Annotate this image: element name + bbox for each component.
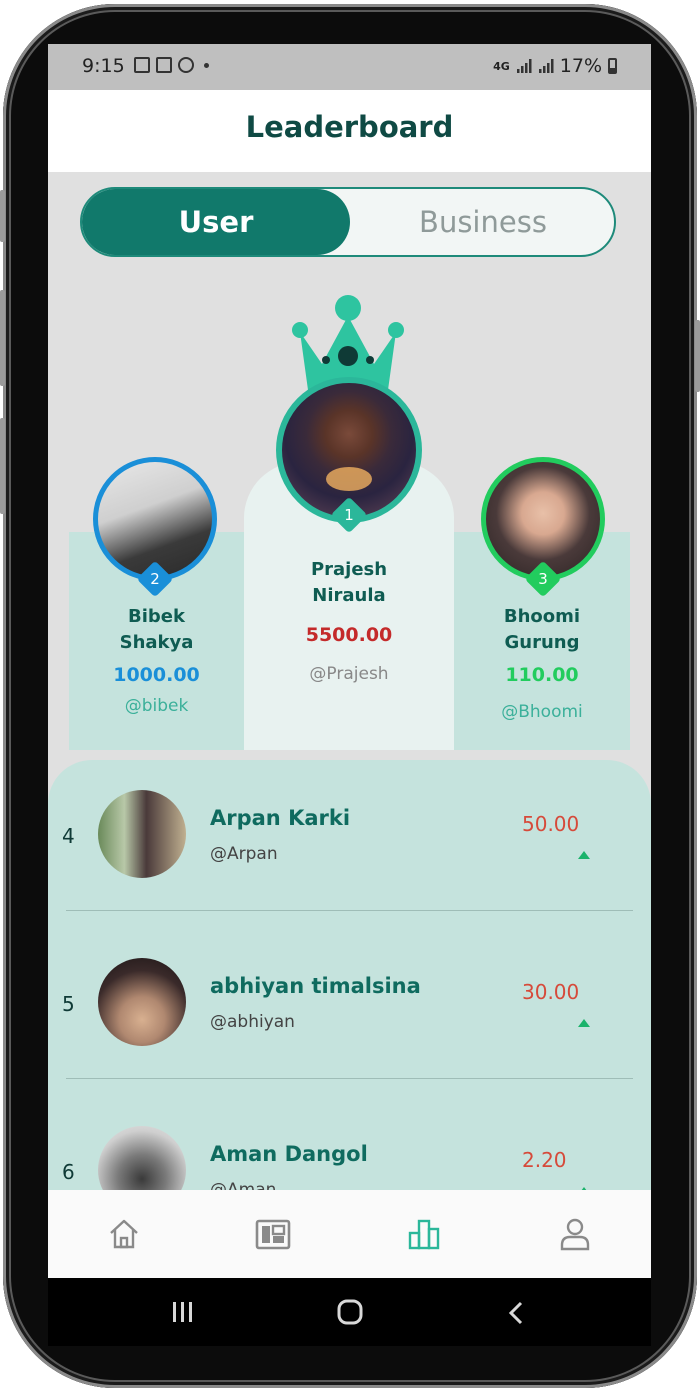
name-line: Niraula xyxy=(312,585,386,606)
row-score: 50.00 xyxy=(522,812,580,836)
app-notification-icon xyxy=(156,57,172,73)
podium-name-1: Prajesh Niraula xyxy=(244,557,454,609)
rank-number-2: 2 xyxy=(150,570,160,588)
row-rank: 5 xyxy=(62,992,75,1016)
podium-score-2: 1000.00 xyxy=(113,664,200,686)
status-time: 9:15 xyxy=(82,55,125,77)
list-item[interactable]: 5 abhiyan timalsina @abhiyan 30.00 xyxy=(48,928,651,1096)
gallery-icon[interactable] xyxy=(255,1216,291,1252)
status-bar: 9:15 4G 17% xyxy=(48,44,651,90)
tab-business[interactable]: Business xyxy=(350,189,616,255)
name-line: Bhoomi xyxy=(503,606,581,627)
row-name: Aman Dangol xyxy=(210,1142,368,1166)
divider xyxy=(66,1078,633,1079)
avatar-glow xyxy=(326,467,372,491)
podium-name-2: Bibek Shakya xyxy=(69,604,244,656)
side-button xyxy=(0,290,5,386)
name-line: Prajesh xyxy=(310,559,388,580)
battery-icon xyxy=(608,58,617,74)
signal-icon xyxy=(538,59,554,73)
recent-apps-icon[interactable] xyxy=(170,1300,196,1324)
row-name: abhiyan timalsina xyxy=(210,974,421,998)
app-header: Leaderboard xyxy=(48,90,651,172)
user-business-toggle: User Business xyxy=(80,187,616,257)
row-rank: 6 xyxy=(62,1160,75,1184)
podium-name-3: Bhoomi Gurung xyxy=(454,604,630,656)
page-title: Leaderboard xyxy=(245,110,454,144)
row-name: Arpan Karki xyxy=(210,806,351,830)
side-button xyxy=(0,190,5,242)
row-score: 2.20 xyxy=(522,1148,567,1172)
app-screen: 9:15 4G 17% Leaderboard User Business 1 … xyxy=(48,44,651,1278)
image-notification-icon xyxy=(134,57,150,73)
name-line: Gurung xyxy=(504,632,580,653)
podium-handle-3: @Bhoomi xyxy=(501,702,583,722)
divider xyxy=(66,910,633,911)
podium-handle-2: @bibek xyxy=(124,696,189,716)
podium-handle-1: @Prajesh xyxy=(309,664,389,684)
name-line: Bibek xyxy=(128,606,185,627)
notification-icons xyxy=(134,57,209,73)
bottom-nav xyxy=(48,1190,651,1278)
trend-up-icon xyxy=(578,1019,590,1027)
row-handle: @Arpan xyxy=(210,844,278,864)
name-line: Shakya xyxy=(119,632,194,653)
list-item[interactable]: 4 Arpan Karki @Arpan 50.00 xyxy=(48,760,651,928)
network-type: 4G xyxy=(493,59,510,73)
side-button xyxy=(0,418,5,514)
leaderboard-icon[interactable] xyxy=(406,1216,442,1252)
rank-number-1: 1 xyxy=(344,506,354,524)
rank-number-3: 3 xyxy=(538,570,548,588)
podium-score-3: 110.00 xyxy=(505,664,579,686)
row-rank: 4 xyxy=(62,824,75,848)
more-notifications-icon xyxy=(204,62,209,68)
profile-icon[interactable] xyxy=(557,1216,593,1252)
status-right: 4G 17% xyxy=(493,55,617,77)
back-icon[interactable] xyxy=(506,1300,526,1326)
avatar xyxy=(98,790,186,878)
side-button xyxy=(695,320,700,392)
avatar xyxy=(98,958,186,1046)
podium-score-1: 5500.00 xyxy=(305,624,393,646)
battery-percent: 17% xyxy=(559,55,602,77)
messenger-icon xyxy=(178,57,194,73)
home-icon[interactable] xyxy=(106,1216,142,1252)
home-button-icon[interactable] xyxy=(336,1298,364,1326)
signal-icon xyxy=(516,59,532,73)
system-nav-bar xyxy=(48,1278,651,1346)
row-handle: @abhiyan xyxy=(210,1012,295,1032)
tab-user[interactable]: User xyxy=(82,189,350,255)
crown-icon xyxy=(292,295,404,390)
trend-up-icon xyxy=(578,851,590,859)
row-score: 30.00 xyxy=(522,980,580,1004)
